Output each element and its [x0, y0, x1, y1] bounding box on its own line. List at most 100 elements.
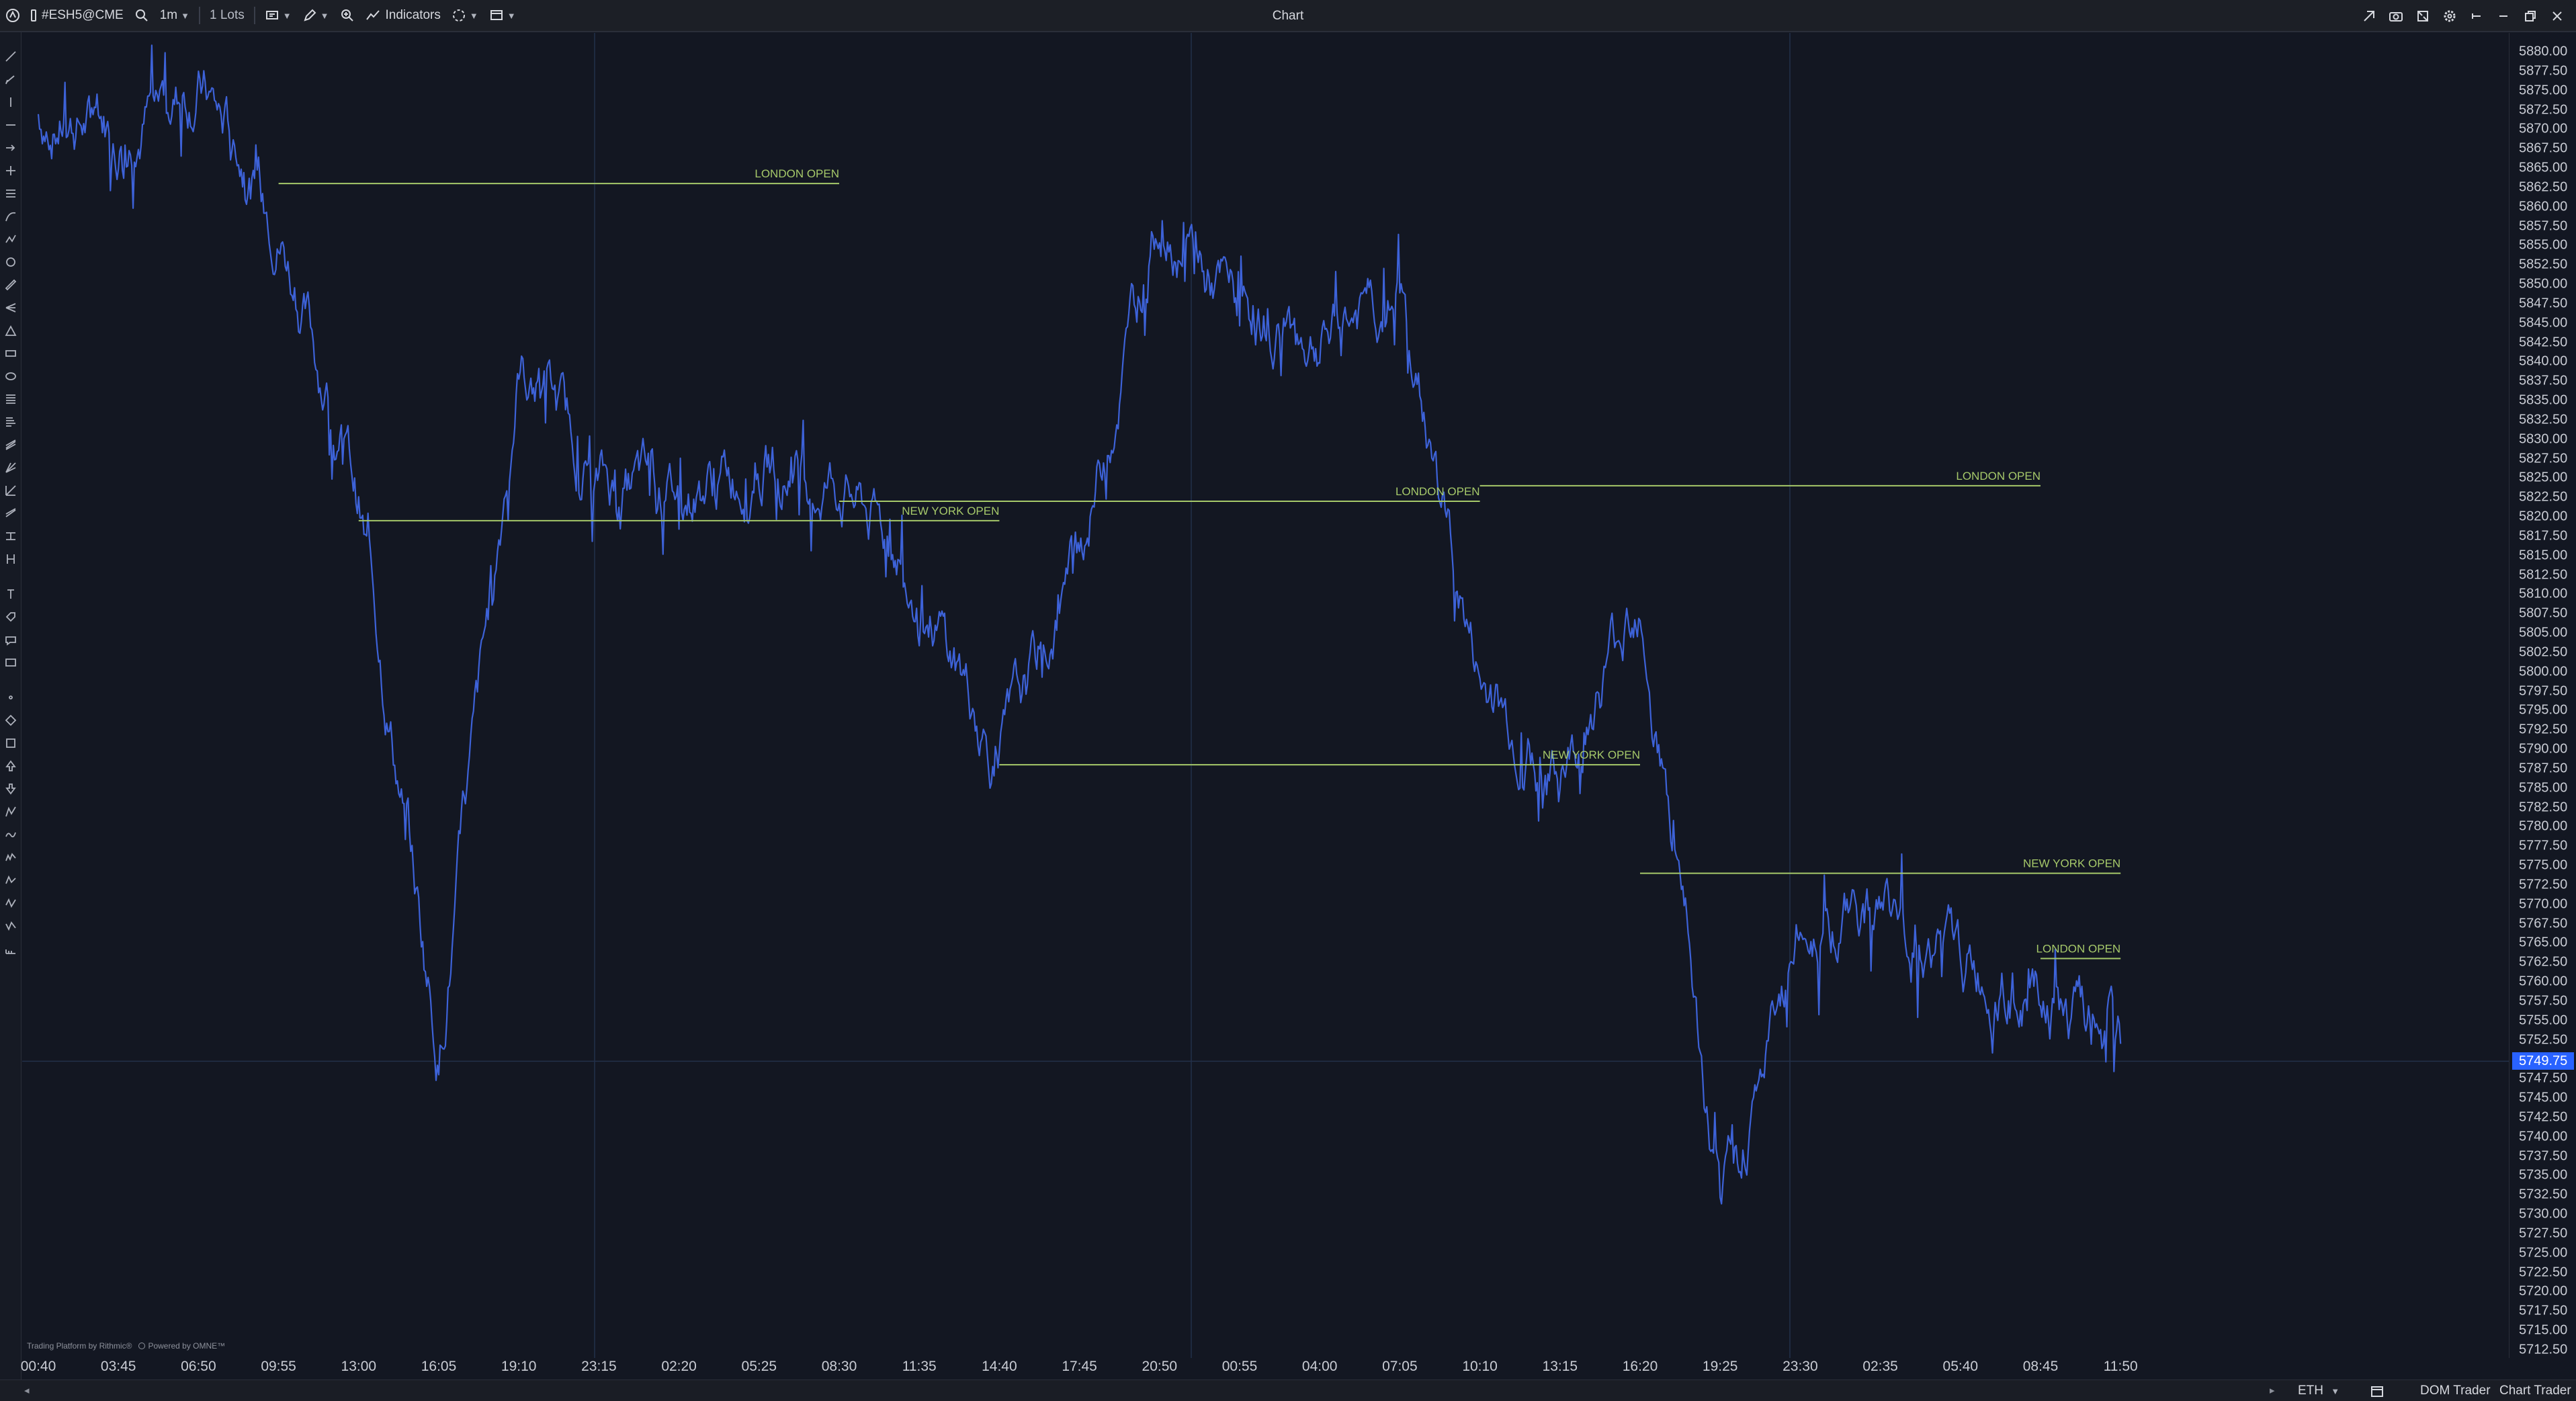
note-icon[interactable] [3, 654, 19, 671]
rithmic-credit: Trading Platform by Rithmic® [27, 1341, 132, 1351]
scroll-left-icon[interactable]: ◂ [24, 1380, 30, 1401]
time-tick-label: 04:00 [1301, 1359, 1338, 1374]
price-tick-label: 5840.00 [2519, 353, 2568, 369]
abcd-icon[interactable] [3, 872, 19, 888]
time-tick-label: 19:25 [1702, 1359, 1738, 1374]
time-tick-label: 09:55 [261, 1359, 296, 1374]
price-tick-label: 5730.00 [2519, 1206, 2568, 1222]
harmonic-icon[interactable] [3, 895, 19, 911]
arrow-icon[interactable] [3, 140, 19, 156]
elliott-icon[interactable] [3, 849, 19, 865]
price-tick-label: 5797.50 [2519, 683, 2568, 699]
time-tick-label: 08:45 [2022, 1359, 2059, 1374]
cross-line-icon[interactable] [3, 163, 19, 179]
price-tick-label: 5715.00 [2519, 1322, 2568, 1338]
price-tick-label: 5717.50 [2519, 1303, 2568, 1318]
fib-fan-icon[interactable] [3, 460, 19, 476]
callout-icon[interactable] [3, 632, 19, 648]
pitchfork-icon[interactable] [3, 300, 19, 316]
horizontal-line-icon[interactable] [3, 117, 19, 133]
chart-trader-button[interactable]: Chart Trader [2499, 1380, 2571, 1401]
layout-button[interactable]: ▼ [484, 0, 521, 32]
price-tick-label: 5835.00 [2519, 392, 2568, 408]
arrow-down-icon[interactable] [3, 781, 19, 797]
time-tick-label: 05:40 [1942, 1359, 1979, 1374]
trend-line-icon[interactable] [3, 48, 19, 65]
price-tick-label: 5855.00 [2519, 237, 2568, 253]
drawing-toolbar [0, 32, 22, 1379]
fib-retracement-icon[interactable] [3, 391, 19, 407]
date-range-icon[interactable] [3, 551, 19, 567]
fib-extension-icon[interactable] [3, 414, 19, 430]
ray-icon[interactable] [3, 71, 19, 87]
interval-selector[interactable]: 1m ▼ [155, 0, 195, 32]
dom-trader-button[interactable]: DOM Trader [2420, 1380, 2491, 1401]
square-marker-icon[interactable] [3, 735, 19, 751]
settings-icon[interactable] [2436, 0, 2463, 32]
rectangle-icon[interactable] [3, 345, 19, 362]
price-tick-label: 5827.50 [2519, 451, 2568, 466]
omne-logo-icon [138, 1343, 146, 1349]
regression-icon[interactable] [3, 505, 19, 521]
price-tick-label: 5732.50 [2519, 1187, 2568, 1202]
spiral-icon[interactable] [3, 254, 19, 270]
gann-icon[interactable] [3, 482, 19, 499]
time-tick-label: 00:40 [20, 1359, 56, 1374]
price-tick-label: 5852.50 [2519, 257, 2568, 272]
chart-type-icon [265, 11, 278, 19]
fib-channel-icon[interactable] [3, 437, 19, 453]
price-tick-label: 5725.00 [2519, 1245, 2568, 1261]
measure-icon[interactable] [3, 941, 19, 957]
text-icon[interactable] [3, 586, 19, 602]
price-scale[interactable]: 5880.00 5877.50 5875.00 5872.50 5870.00 5867.… [2509, 33, 2576, 1358]
attribution: Trading Platform by Rithmic® Powered by … [27, 1341, 225, 1351]
time-tick-label: 16:05 [421, 1359, 457, 1374]
ellipse-icon[interactable] [3, 368, 19, 384]
restore-icon[interactable] [2517, 0, 2544, 32]
app-logo-icon[interactable] [0, 0, 26, 32]
zoom-icon[interactable] [335, 0, 360, 32]
triangle-icon[interactable] [3, 323, 19, 339]
price-chart[interactable]: LONDON OPEN NEW YORK OPEN LONDON OPEN NEW Y… [22, 33, 2509, 1358]
time-tick-label: 05:25 [741, 1359, 777, 1374]
parallel-lines-icon[interactable] [3, 185, 19, 202]
pin-icon[interactable] [2463, 0, 2490, 32]
arrow-up-icon[interactable] [3, 758, 19, 774]
time-tick-label: 00:55 [1221, 1359, 1258, 1374]
wave-icon[interactable] [3, 826, 19, 843]
templates-button[interactable]: ▼ [446, 0, 484, 32]
time-tick-label: 02:35 [1862, 1359, 1898, 1374]
pattern-icon[interactable] [3, 804, 19, 820]
search-icon[interactable] [129, 0, 155, 32]
ruler-icon[interactable] [3, 277, 19, 293]
vertical-line-icon[interactable] [3, 94, 19, 110]
omne-credit-text: Powered by OMNE™ [148, 1341, 226, 1351]
price-tick-label: 5825.00 [2519, 470, 2568, 485]
symbol-selector[interactable]: #ESH5@CME [26, 0, 129, 32]
price-tick-label: 5777.50 [2519, 838, 2568, 853]
diamond-icon[interactable] [3, 712, 19, 728]
range-icon[interactable] [3, 528, 19, 544]
chart-area[interactable]: LONDON OPEN NEW YORK OPEN LONDON OPEN NEW Y… [22, 33, 2509, 1358]
minimize-icon[interactable] [2490, 0, 2517, 32]
price-tick-label: 5872.50 [2519, 102, 2568, 117]
expand-icon[interactable] [2409, 0, 2436, 32]
polyline-icon[interactable] [3, 231, 19, 247]
session-selector[interactable]: ETH ▼ [2298, 1380, 2339, 1401]
lots-selector[interactable]: 1 Lots [204, 0, 250, 32]
close-icon[interactable] [2544, 0, 2571, 32]
drawing-button[interactable]: ▼ [297, 0, 335, 32]
indicators-button[interactable]: Indicators [360, 0, 446, 32]
camera-icon[interactable] [2382, 0, 2409, 32]
chart-type-button[interactable]: ▼ [259, 0, 297, 32]
curve-icon[interactable] [3, 208, 19, 224]
pencil-icon [304, 9, 316, 22]
crosshair-sync-icon[interactable] [2356, 0, 2382, 32]
xabcd-icon[interactable] [3, 918, 19, 934]
calendar-icon[interactable] [2370, 1380, 2384, 1401]
dot-icon[interactable] [3, 689, 19, 706]
scroll-right-icon[interactable]: ▸ [2270, 1380, 2275, 1401]
price-tick-label: 5822.50 [2519, 489, 2568, 505]
price-tick-label: 5745.00 [2519, 1090, 2568, 1105]
tag-icon[interactable] [3, 609, 19, 625]
